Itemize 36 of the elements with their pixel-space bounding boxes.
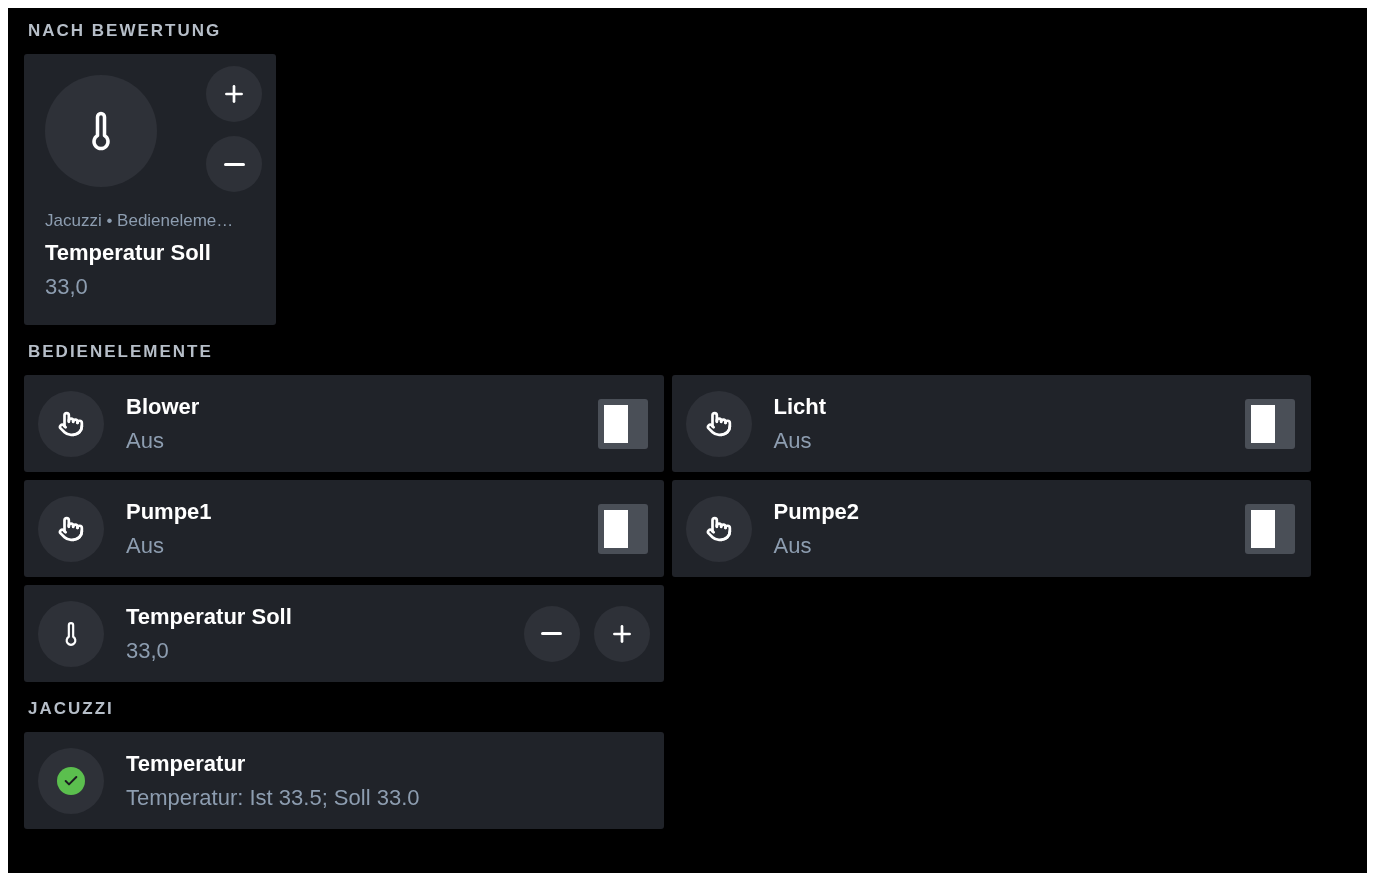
section-heading: BEDIENELEMENTE xyxy=(27,341,214,364)
section-heading: NACH BEWERTUNG xyxy=(27,20,223,43)
item-value: 33,0 xyxy=(126,636,170,665)
pointing-hand-icon xyxy=(705,515,732,542)
plus-button[interactable] xyxy=(206,66,262,122)
toggle-switch[interactable] xyxy=(1245,503,1295,554)
item-name: Licht xyxy=(773,392,828,421)
breadcrumb: Jacuzzi • Bedieneleme… xyxy=(45,210,235,232)
section-heading: JACUZZI xyxy=(27,698,115,721)
pointing-hand-icon xyxy=(58,515,84,542)
minus-icon xyxy=(223,162,245,166)
item-value: Aus xyxy=(126,531,165,560)
control-card[interactable]: Licht Aus xyxy=(671,375,1311,472)
control-card[interactable]: Blower Aus xyxy=(24,375,664,472)
item-value: Aus xyxy=(126,426,165,455)
toggle-switch[interactable] xyxy=(597,503,648,554)
control-card[interactable]: Pumpe1 Aus xyxy=(24,480,664,577)
item-name: Temperatur xyxy=(126,749,247,778)
toggle-switch[interactable] xyxy=(1245,398,1295,449)
control-card[interactable]: Temperatur Temperatur: Ist 33.5; Soll 33.0 xyxy=(24,732,664,829)
item-value: Temperatur: Ist 33.5; Soll 33.0 xyxy=(126,783,421,812)
toggle-switch[interactable] xyxy=(597,398,648,449)
control-card[interactable]: Temperatur Soll 33,0 xyxy=(24,585,664,682)
item-name: Blower xyxy=(126,392,201,421)
item-value: Aus xyxy=(773,426,813,455)
item-name: Temperatur Soll xyxy=(45,238,212,267)
minus-icon xyxy=(541,632,562,635)
item-value: 33,0 xyxy=(45,272,89,301)
item-value: Aus xyxy=(773,531,813,560)
control-card[interactable]: Pumpe2 Aus xyxy=(671,480,1311,577)
pointing-hand-icon xyxy=(58,410,84,437)
pointing-hand-icon xyxy=(705,410,732,437)
control-tile[interactable]: Jacuzzi • Bedieneleme… Temperatur Soll 33,0 xyxy=(24,54,276,325)
item-name: Pumpe2 xyxy=(773,497,861,526)
item-name: Temperatur Soll xyxy=(126,602,293,631)
item-name: Pumpe1 xyxy=(126,497,213,526)
